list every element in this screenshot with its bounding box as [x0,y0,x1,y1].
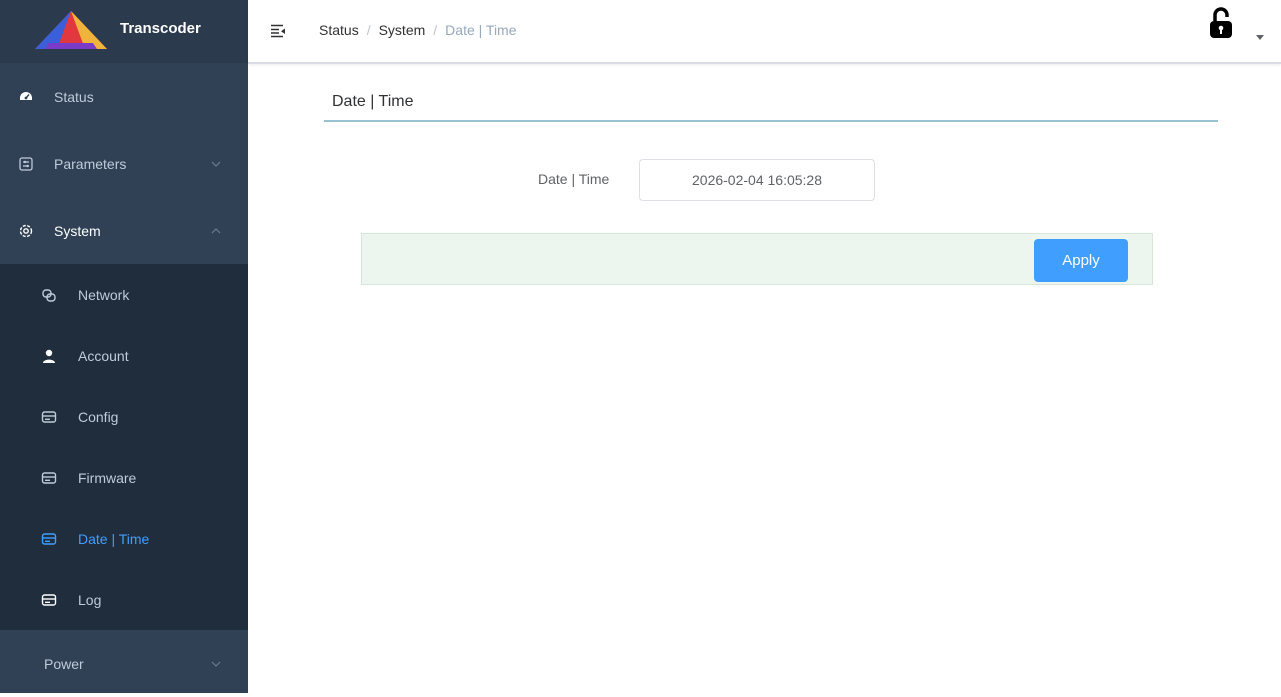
sidebar-item-account[interactable]: Account [0,325,248,386]
section-header: Date | Time [324,92,1218,122]
logo-bar[interactable]: Transcoder [0,0,248,63]
card-icon [41,593,57,606]
sidebar-item-label: Log [78,591,102,608]
breadcrumb-separator: / [366,22,371,38]
sidebar-item-parameters[interactable]: Parameters [0,130,248,197]
date-time-label: Date | Time [538,171,610,187]
apply-button[interactable]: Apply [1034,239,1128,282]
card-icon [41,471,57,484]
sidebar-item-date-time[interactable]: Date | Time [0,508,248,569]
sidebar-item-label: Parameters [54,155,127,172]
app-root: Transcoder Status Parameters System Netw… [0,0,1281,693]
sidebar-item-status[interactable]: Status [0,63,248,130]
dashboard-icon [20,91,32,100]
sidebar-item-label: Status [54,88,94,105]
top-navbar: Status / System / Date | Time [248,0,1281,64]
network-icon [42,288,56,302]
parameters-icon [19,156,33,171]
sidebar-item-label: System [54,222,101,239]
system-submenu: Network Account Config Firmware Date | T… [0,264,248,630]
sidebar-item-network[interactable]: Network [0,264,248,325]
sidebar-item-firmware[interactable]: Firmware [0,447,248,508]
chevron-up-icon [211,227,221,233]
unlock-icon[interactable] [1208,6,1234,40]
breadcrumb-item-status[interactable]: Status [319,22,359,38]
menu-fold-icon[interactable] [270,23,286,39]
date-time-input[interactable] [639,159,875,201]
chevron-down-icon [211,661,221,667]
chevron-down-icon [211,161,221,167]
card-icon [41,532,57,545]
sidebar-item-label: Date | Time [78,530,150,547]
sidebar-item-label: Power [44,655,84,672]
gear-icon [19,224,33,237]
sidebar-item-system[interactable]: System [0,197,248,264]
card-icon [41,410,57,423]
sidebar-item-log[interactable]: Log [0,569,248,630]
section-title: Date | Time [332,93,414,110]
logo-icon [35,11,107,49]
caret-down-icon[interactable] [1256,35,1264,41]
app-title: Transcoder [120,20,201,37]
user-icon [43,349,55,363]
action-bar: Apply [361,233,1153,285]
sidebar-item-label: Network [78,286,130,303]
sidebar-item-label: Firmware [78,469,137,486]
main-content: Date | Time Date | Time Apply [248,64,1281,693]
sidebar: Transcoder Status Parameters System Netw… [0,0,248,693]
breadcrumb-item-current: Date | Time [445,22,517,38]
sidebar-item-label: Account [78,347,129,364]
breadcrumb-separator: / [433,22,438,38]
breadcrumb-item-system[interactable]: System [379,22,426,38]
breadcrumb: Status / System / Date | Time [319,22,517,38]
sidebar-item-config[interactable]: Config [0,386,248,447]
sidebar-item-power[interactable]: Power [0,630,248,697]
sidebar-item-label: Config [78,408,119,425]
